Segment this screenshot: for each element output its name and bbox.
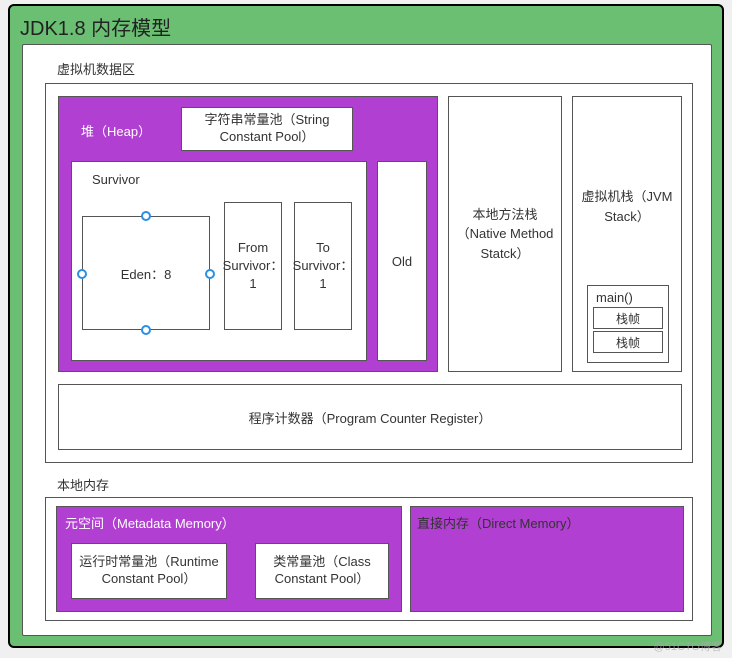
heap-box: 堆（Heap） 字符串常量池（String Constant Pool） Sur…: [58, 96, 438, 372]
direct-memory-label: 直接内存（Direct Memory）: [417, 513, 580, 532]
native-method-stack: 本地方法栈（Native Method Statck）: [448, 96, 562, 372]
runtime-constant-pool: 运行时常量池（Runtime Constant Pool）: [71, 543, 227, 599]
eden-box[interactable]: Eden：8: [82, 216, 210, 330]
program-counter-register: 程序计数器（Program Counter Register）: [58, 384, 682, 450]
to-survivor-box: To Survivor：1: [294, 202, 352, 330]
from-survivor-box: From Survivor：1: [224, 202, 282, 330]
old-gen-box: Old: [377, 161, 427, 361]
watermark: @51CTO博客: [654, 638, 722, 654]
main-frame-container: main() 栈帧 栈帧: [587, 285, 669, 363]
local-memory-label: 本地内存: [57, 475, 109, 494]
selection-handle-bottom[interactable]: [141, 325, 151, 335]
stack-frame-2: 栈帧: [593, 331, 663, 353]
vm-data-area: 堆（Heap） 字符串常量池（String Constant Pool） Sur…: [45, 83, 693, 463]
selection-handle-left[interactable]: [77, 269, 87, 279]
jvm-stack-label: 虚拟机栈（JVM Stack）: [573, 187, 681, 226]
string-constant-pool: 字符串常量池（String Constant Pool）: [181, 107, 353, 151]
class-constant-pool: 类常量池（Class Constant Pool）: [255, 543, 389, 599]
heap-label: 堆（Heap）: [81, 121, 151, 140]
survivor-area: Survivor Eden：8 From Survivor：1 To Survi…: [71, 161, 367, 361]
diagram-outer: JDK1.8 内存模型 虚拟机数据区 堆（Heap） 字符串常量池（String…: [8, 4, 724, 648]
survivor-label: Survivor: [92, 172, 140, 187]
local-memory-area: 元空间（Metadata Memory） 运行时常量池（Runtime Cons…: [45, 497, 693, 621]
eden-label: Eden：8: [121, 264, 172, 283]
stack-frame-1: 栈帧: [593, 307, 663, 329]
direct-memory-box: 直接内存（Direct Memory）: [410, 506, 684, 612]
metaspace-box: 元空间（Metadata Memory） 运行时常量池（Runtime Cons…: [56, 506, 402, 612]
selection-handle-top[interactable]: [141, 211, 151, 221]
inner-panel: 虚拟机数据区 堆（Heap） 字符串常量池（String Constant Po…: [22, 44, 712, 636]
selection-handle-right[interactable]: [205, 269, 215, 279]
jvm-stack: 虚拟机栈（JVM Stack） main() 栈帧 栈帧: [572, 96, 682, 372]
metaspace-label: 元空间（Metadata Memory）: [65, 513, 235, 532]
diagram-title: JDK1.8 内存模型: [20, 12, 171, 41]
main-label: main(): [592, 290, 664, 305]
vm-data-area-label: 虚拟机数据区: [57, 59, 135, 78]
